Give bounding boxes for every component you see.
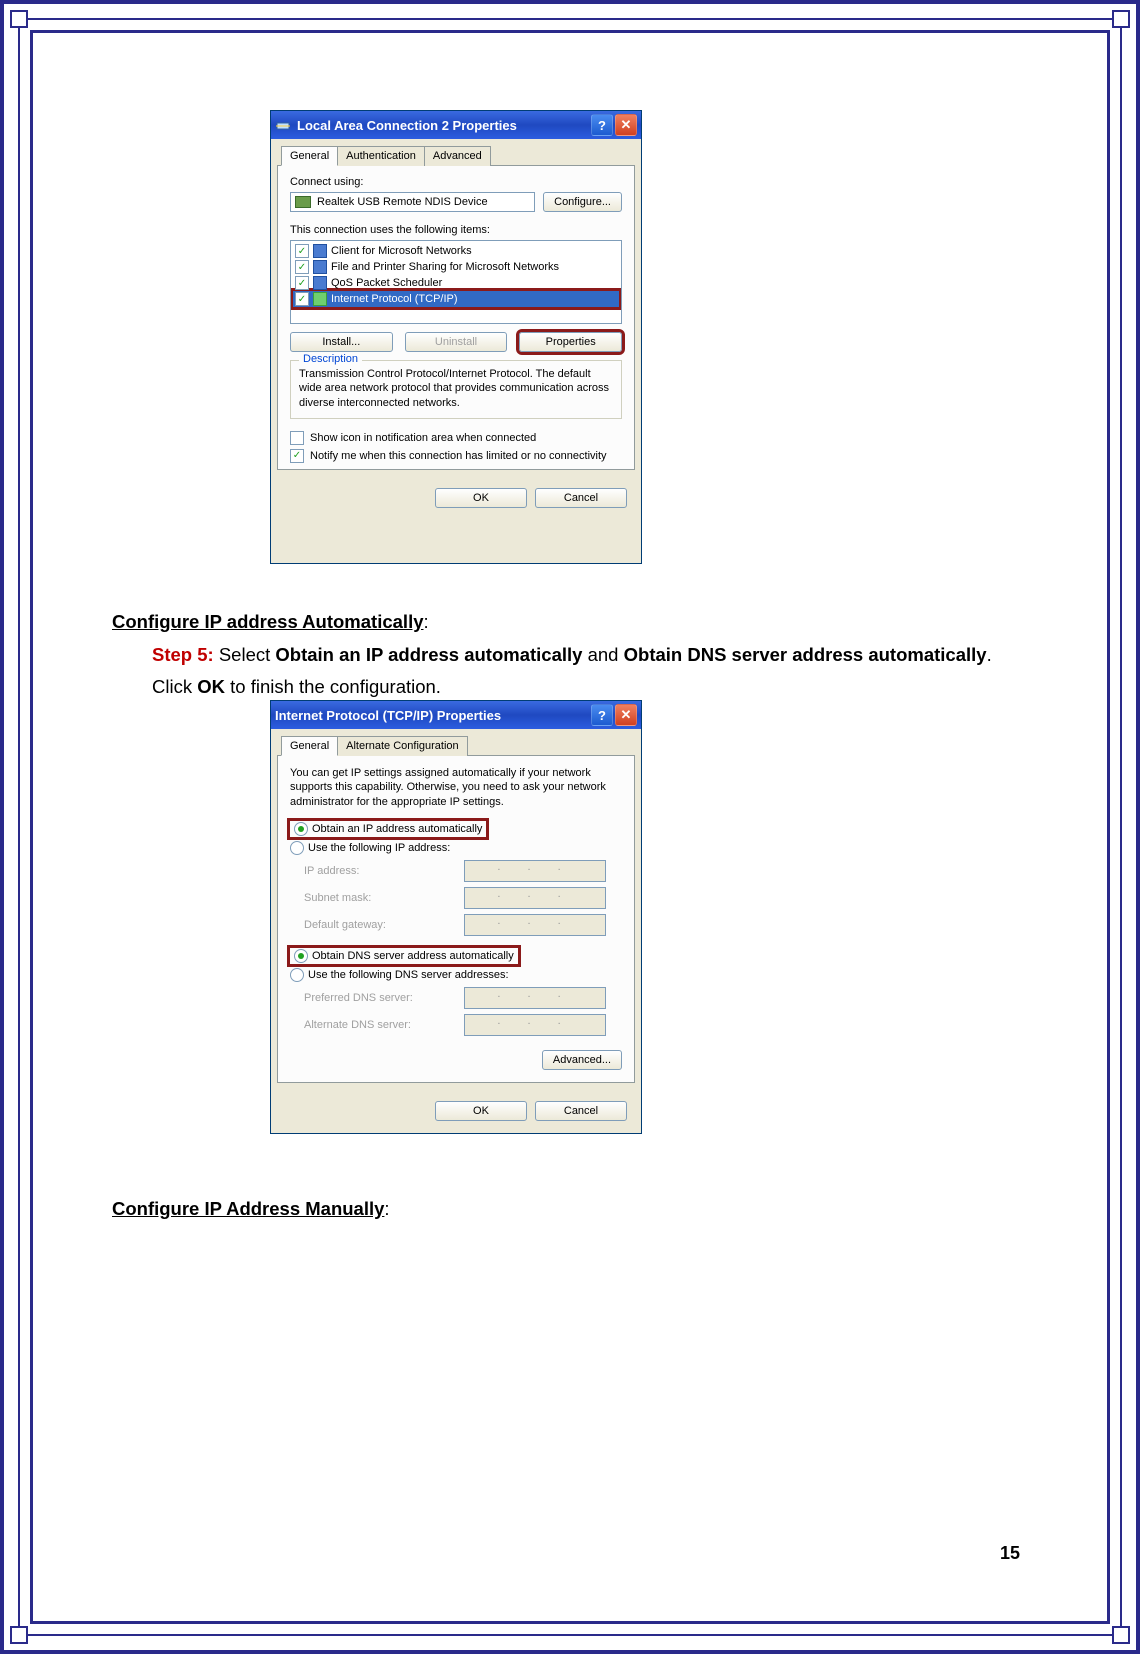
tab-advanced[interactable]: Advanced bbox=[424, 146, 491, 166]
radio-use-ip[interactable] bbox=[290, 841, 304, 855]
ok-bold: OK bbox=[197, 676, 225, 697]
tab-authentication[interactable]: Authentication bbox=[337, 146, 425, 166]
ok-button[interactable]: OK bbox=[435, 488, 527, 508]
default-gateway-input: . . . bbox=[464, 914, 606, 936]
service-icon bbox=[313, 276, 327, 290]
corner-decoration bbox=[10, 10, 28, 28]
preferred-dns-label: Preferred DNS server: bbox=[304, 992, 464, 1004]
advanced-button[interactable]: Advanced... bbox=[542, 1050, 622, 1070]
adapter-name: Realtek USB Remote NDIS Device bbox=[317, 196, 488, 208]
install-button[interactable]: Install... bbox=[290, 332, 393, 352]
list-item[interactable]: ✓ File and Printer Sharing for Microsoft… bbox=[293, 259, 619, 275]
connection-items-list[interactable]: ✓ Client for Microsoft Networks ✓ File a… bbox=[290, 240, 622, 324]
dialog-tabs: General Authentication Advanced bbox=[281, 145, 635, 165]
preferred-dns-input: . . . bbox=[464, 987, 606, 1009]
radio-obtain-ip-auto[interactable] bbox=[294, 822, 308, 836]
radio-label: Obtain DNS server address automatically bbox=[312, 950, 514, 962]
radio-label: Use the following DNS server addresses: bbox=[308, 969, 509, 981]
notify-checkbox[interactable]: ✓ bbox=[290, 449, 304, 463]
section-heading-manual: Configure IP Address Manually bbox=[112, 1198, 384, 1219]
properties-button[interactable]: Properties bbox=[519, 332, 622, 352]
ok-button[interactable]: OK bbox=[435, 1101, 527, 1121]
list-item-label: Internet Protocol (TCP/IP) bbox=[331, 293, 458, 305]
radio-use-dns[interactable] bbox=[290, 968, 304, 982]
list-item[interactable]: ✓ QoS Packet Scheduler bbox=[293, 275, 619, 291]
show-icon-label: Show icon in notification area when conn… bbox=[310, 432, 536, 444]
cancel-button[interactable]: Cancel bbox=[535, 488, 627, 508]
description-text: Transmission Control Protocol/Internet P… bbox=[299, 367, 613, 410]
tab-alternate-config[interactable]: Alternate Configuration bbox=[337, 736, 468, 756]
obtain-ip-auto-highlight: Obtain an IP address automatically bbox=[290, 821, 486, 837]
protocol-icon bbox=[313, 292, 327, 306]
cancel-button[interactable]: Cancel bbox=[535, 1101, 627, 1121]
show-icon-checkbox[interactable] bbox=[290, 431, 304, 445]
radio-label: Use the following IP address: bbox=[308, 842, 450, 854]
notify-label: Notify me when this connection has limit… bbox=[310, 450, 607, 462]
radio-label: Obtain an IP address automatically bbox=[312, 823, 482, 835]
connection-properties-dialog: Local Area Connection 2 Properties ? ✕ G… bbox=[270, 110, 642, 564]
obtain-dns-bold: Obtain DNS server address automatically bbox=[624, 644, 987, 665]
list-item-label: File and Printer Sharing for Microsoft N… bbox=[331, 261, 559, 273]
intro-text-real: You can get IP settings assigned automat… bbox=[290, 766, 622, 809]
checkbox-icon[interactable]: ✓ bbox=[295, 244, 309, 258]
list-item-label: QoS Packet Scheduler bbox=[331, 277, 442, 289]
tcpip-properties-dialog: Internet Protocol (TCP/IP) Properties ? … bbox=[270, 700, 642, 1134]
description-fieldset: Description Transmission Control Protoco… bbox=[290, 360, 622, 419]
list-item[interactable]: ✓ Client for Microsoft Networks bbox=[293, 243, 619, 259]
obtain-ip-bold: Obtain an IP address automatically bbox=[275, 644, 582, 665]
help-button[interactable]: ? bbox=[591, 114, 613, 136]
description-legend: Description bbox=[299, 353, 362, 365]
txt: to finish the configuration. bbox=[225, 676, 441, 697]
txt: and bbox=[582, 644, 623, 665]
adapter-name-field: Realtek USB Remote NDIS Device bbox=[290, 192, 535, 212]
instruction-section-manual: Configure IP Address Manually: bbox=[112, 1193, 992, 1224]
dialog-title: Local Area Connection 2 Properties bbox=[297, 118, 517, 133]
tab-general[interactable]: General bbox=[281, 146, 338, 166]
alternate-dns-input: . . . bbox=[464, 1014, 606, 1036]
service-icon bbox=[313, 244, 327, 258]
ip-address-input: . . . bbox=[464, 860, 606, 882]
alternate-dns-label: Alternate DNS server: bbox=[304, 1019, 464, 1031]
service-icon bbox=[313, 260, 327, 274]
nic-icon bbox=[295, 196, 311, 208]
checkbox-icon[interactable]: ✓ bbox=[295, 292, 309, 306]
list-item-label: Client for Microsoft Networks bbox=[331, 245, 472, 257]
checkbox-icon[interactable]: ✓ bbox=[295, 260, 309, 274]
close-button[interactable]: ✕ bbox=[615, 114, 637, 136]
obtain-dns-auto-highlight: Obtain DNS server address automatically bbox=[290, 948, 518, 964]
instruction-section-auto-clean: Configure IP address Automatically: Step… bbox=[112, 606, 1032, 702]
checkbox-icon[interactable]: ✓ bbox=[295, 276, 309, 290]
ip-address-label: IP address: bbox=[304, 865, 464, 877]
dialog-title: Internet Protocol (TCP/IP) Properties bbox=[275, 708, 501, 723]
page-number: 15 bbox=[1000, 1543, 1020, 1564]
subnet-mask-input: . . . bbox=[464, 887, 606, 909]
connection-icon bbox=[275, 117, 291, 133]
section-heading-auto: Configure IP address Automatically bbox=[112, 611, 424, 632]
tab-general[interactable]: General bbox=[281, 736, 338, 756]
dialog-titlebar: Local Area Connection 2 Properties ? ✕ bbox=[271, 111, 641, 139]
corner-decoration bbox=[1112, 10, 1130, 28]
radio-obtain-dns-auto[interactable] bbox=[294, 949, 308, 963]
subnet-mask-label: Subnet mask: bbox=[304, 892, 464, 904]
corner-decoration bbox=[1112, 1626, 1130, 1644]
uninstall-button[interactable]: Uninstall bbox=[405, 332, 508, 352]
connect-using-label: Connect using: bbox=[290, 176, 622, 188]
txt: Select bbox=[214, 644, 276, 665]
corner-decoration bbox=[10, 1626, 28, 1644]
list-item-selected[interactable]: ✓ Internet Protocol (TCP/IP) bbox=[293, 291, 619, 307]
default-gateway-label: Default gateway: bbox=[304, 919, 464, 931]
dialog-tabs: General Alternate Configuration bbox=[281, 735, 635, 755]
items-label: This connection uses the following items… bbox=[290, 224, 622, 236]
step5-label: Step 5: bbox=[152, 644, 214, 665]
configure-button[interactable]: Configure... bbox=[543, 192, 622, 212]
dialog-titlebar: Internet Protocol (TCP/IP) Properties ? … bbox=[271, 701, 641, 729]
close-button[interactable]: ✕ bbox=[615, 704, 637, 726]
help-button[interactable]: ? bbox=[591, 704, 613, 726]
